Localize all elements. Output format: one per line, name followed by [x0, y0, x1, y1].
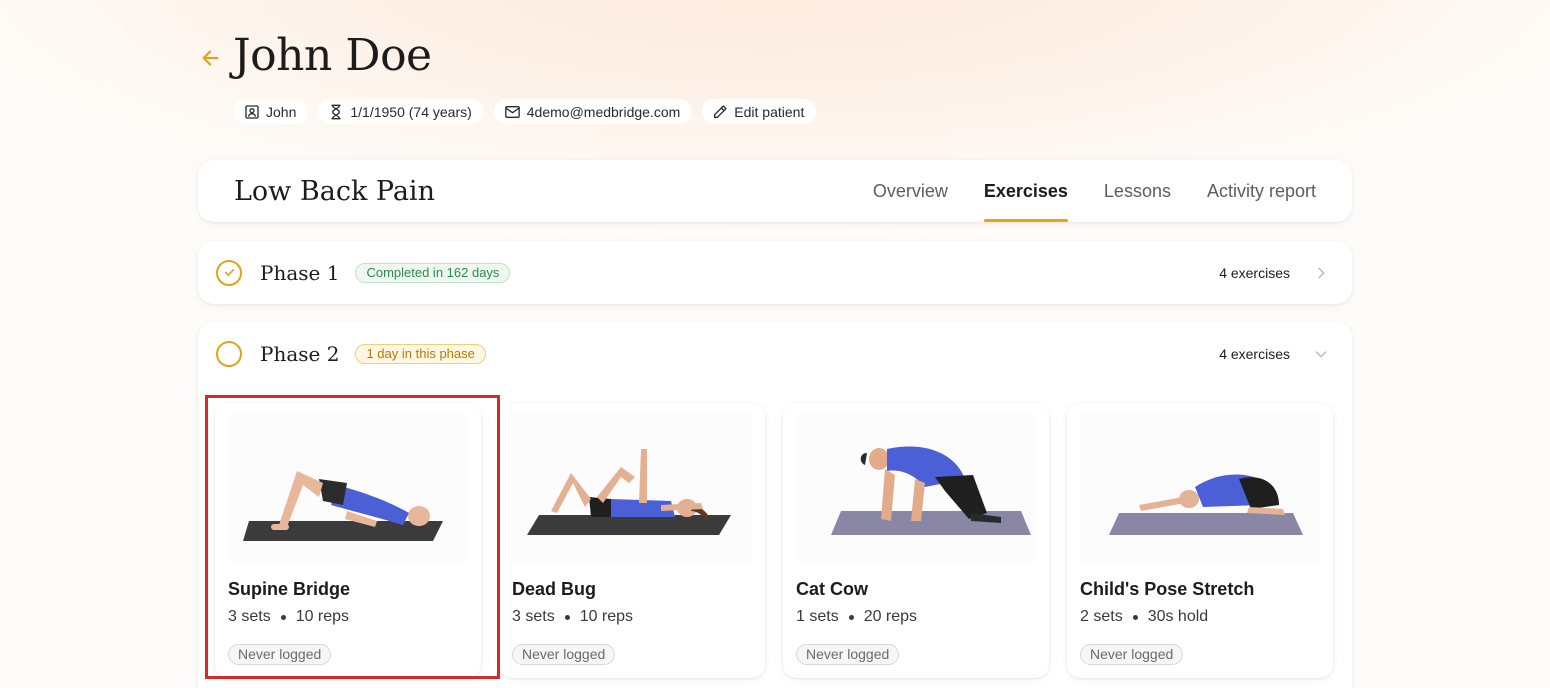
phase-1-title: Phase 1	[260, 260, 340, 285]
dob-chip: 1/1/1950 (74 years)	[318, 99, 484, 124]
exercise-sets: 3 sets	[512, 608, 555, 625]
first-name-chip: John	[234, 99, 309, 124]
exercise-image	[227, 413, 469, 563]
exercise-image	[1079, 413, 1321, 563]
phase-1-status-badge: Completed in 162 days	[355, 262, 511, 283]
log-status-badge: Never logged	[228, 644, 332, 665]
dob-text: 1/1/1950 (74 years)	[350, 103, 472, 120]
exercise-image	[795, 413, 1037, 563]
edit-patient-label: Edit patient	[734, 103, 805, 120]
exercise-dosage: 3 sets 10 reps	[512, 608, 753, 626]
empty-circle-icon	[216, 340, 242, 367]
phase-1-header[interactable]: Phase 1 Completed in 162 days 4 exercise…	[198, 241, 1352, 304]
exercise-name: Dead Bug	[512, 579, 597, 599]
exercise-detail: 20 reps	[863, 608, 918, 625]
exercise-card[interactable]: Cat Cow 1 sets 20 reps Never logged	[783, 403, 1049, 678]
tab-activity-report[interactable]: Activity report	[1207, 160, 1316, 222]
patient-header: John Doe John 1/1/1950 (74 years) 4demo@…	[198, 30, 817, 124]
exercise-detail: 10 reps	[295, 608, 350, 625]
exercise-sets: 2 sets	[1080, 608, 1123, 625]
tab-overview[interactable]: Overview	[873, 160, 948, 222]
exercise-detail: 30s hold	[1147, 608, 1209, 625]
hourglass-icon	[331, 104, 342, 119]
separator-dot	[280, 614, 286, 620]
exercise-name: Child's Pose Stretch	[1080, 579, 1255, 599]
mail-icon	[504, 105, 520, 118]
chevron-down-icon[interactable]	[1312, 345, 1330, 363]
arrow-left-icon	[202, 49, 219, 66]
email-text: 4demo@medbridge.com	[526, 103, 681, 120]
patient-info-chips: John 1/1/1950 (74 years) 4demo@medbridge…	[234, 99, 817, 124]
back-button[interactable]	[198, 45, 224, 71]
contact-card-icon	[245, 104, 259, 119]
edit-patient-button[interactable]: Edit patient	[702, 99, 817, 124]
exercise-image	[511, 413, 753, 563]
pencil-icon	[714, 104, 727, 118]
exercise-sets: 3 sets	[228, 608, 271, 625]
separator-dot	[1132, 614, 1138, 620]
phase-2-title: Phase 2	[260, 341, 340, 366]
exercise-name: Cat Cow	[796, 579, 868, 599]
phase-1-card[interactable]: Phase 1 Completed in 162 days 4 exercise…	[198, 241, 1352, 304]
phase-2-card: Phase 2 1 day in this phase 4 exercises …	[198, 322, 1352, 688]
phase-2-header[interactable]: Phase 2 1 day in this phase 4 exercises	[198, 322, 1352, 385]
exercise-dosage: 3 sets 10 reps	[228, 608, 469, 626]
check-circle-icon	[216, 259, 242, 286]
exercise-sets: 1 sets	[796, 608, 839, 625]
exercise-dosage: 2 sets 30s hold	[1080, 608, 1321, 626]
log-status-badge: Never logged	[796, 644, 900, 665]
log-status-badge: Never logged	[1080, 644, 1184, 665]
exercise-card[interactable]: Child's Pose Stretch 2 sets 30s hold Nev…	[1067, 403, 1333, 678]
phase-2-exercise-count: 4 exercises	[1219, 345, 1290, 362]
exercise-dosage: 1 sets 20 reps	[796, 608, 1037, 626]
program-tabs: Overview Exercises Lessons Activity repo…	[873, 160, 1316, 222]
program-card: Low Back Pain Overview Exercises Lessons…	[198, 160, 1352, 222]
first-name-text: John	[266, 103, 297, 120]
email-chip: 4demo@medbridge.com	[493, 99, 693, 124]
tab-exercises[interactable]: Exercises	[983, 160, 1069, 222]
exercise-card[interactable]: Dead Bug 3 sets 10 reps Never logged	[499, 403, 765, 678]
exercise-name: Supine Bridge	[228, 579, 351, 599]
exercise-grid: Supine Bridge 3 sets 10 reps Never logge…	[215, 403, 1333, 678]
phase-2-status-badge: 1 day in this phase	[355, 343, 486, 364]
chevron-right-icon[interactable]	[1312, 264, 1330, 282]
tab-lessons[interactable]: Lessons	[1104, 160, 1171, 222]
exercise-card[interactable]: Supine Bridge 3 sets 10 reps Never logge…	[215, 403, 481, 678]
exercise-detail: 10 reps	[579, 608, 634, 625]
patient-name: John Doe	[233, 30, 432, 81]
log-status-badge: Never logged	[512, 644, 616, 665]
separator-dot	[848, 614, 854, 620]
phase-1-exercise-count: 4 exercises	[1219, 264, 1290, 281]
program-title: Low Back Pain	[234, 175, 435, 207]
separator-dot	[564, 614, 570, 620]
